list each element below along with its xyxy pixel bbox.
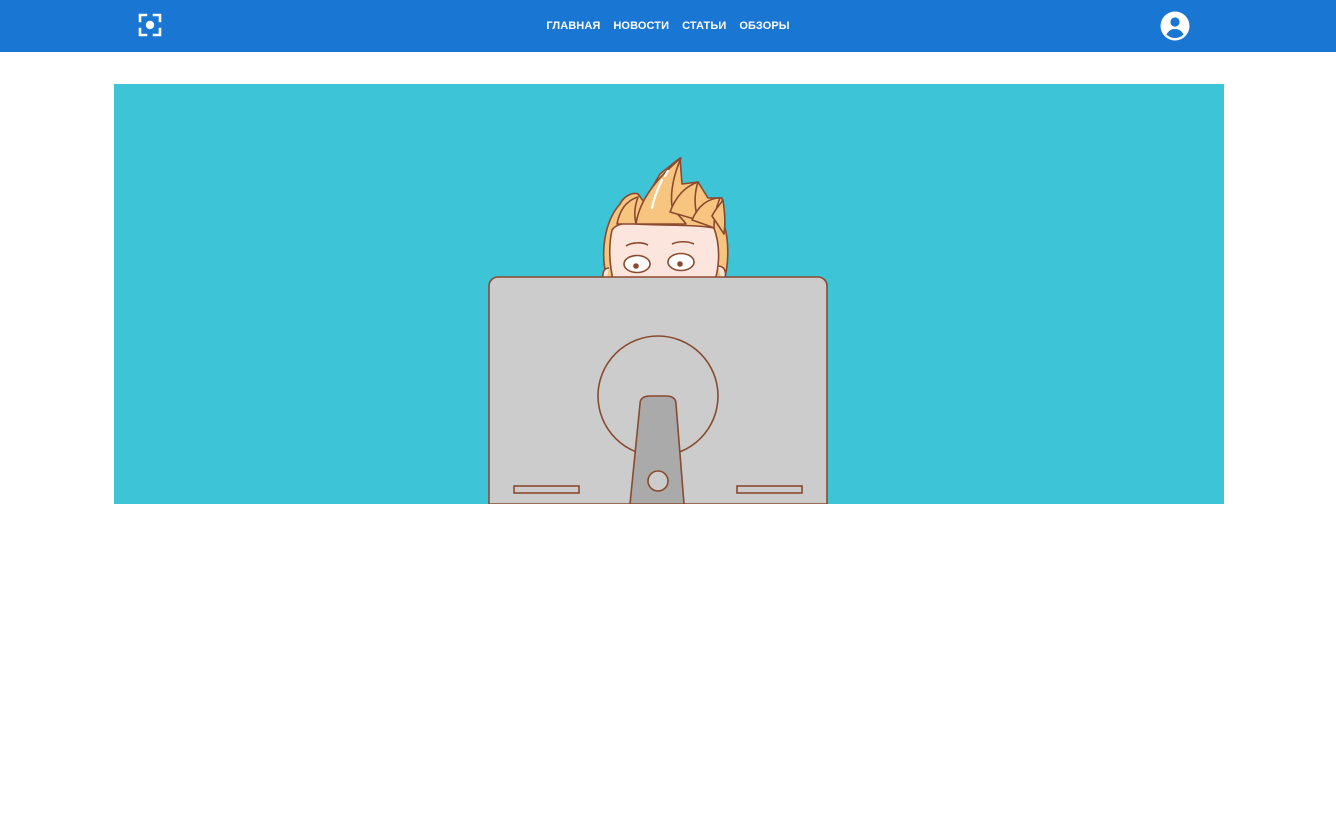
focus-camera-icon — [138, 13, 162, 37]
person-head — [602, 157, 729, 285]
nav-link-reviews[interactable]: ОБЗОРЫ — [733, 0, 796, 52]
top-app-bar: ГЛАВНАЯ НОВОСТИ СТАТЬИ ОБЗОРЫ — [0, 0, 1336, 52]
account-circle-icon — [1160, 11, 1190, 41]
monitor-back — [488, 276, 828, 504]
site-logo-icon[interactable] — [136, 11, 164, 39]
hero-illustration — [114, 84, 1224, 504]
account-button[interactable] — [1158, 9, 1192, 43]
person-behind-monitor-illustration — [488, 157, 828, 504]
nav-link-articles[interactable]: СТАТЬИ — [676, 0, 733, 52]
main-nav: ГЛАВНАЯ НОВОСТИ СТАТЬИ ОБЗОРЫ — [0, 0, 1336, 52]
nav-link-home[interactable]: ГЛАВНАЯ — [540, 0, 607, 52]
nav-link-news[interactable]: НОВОСТИ — [607, 0, 676, 52]
